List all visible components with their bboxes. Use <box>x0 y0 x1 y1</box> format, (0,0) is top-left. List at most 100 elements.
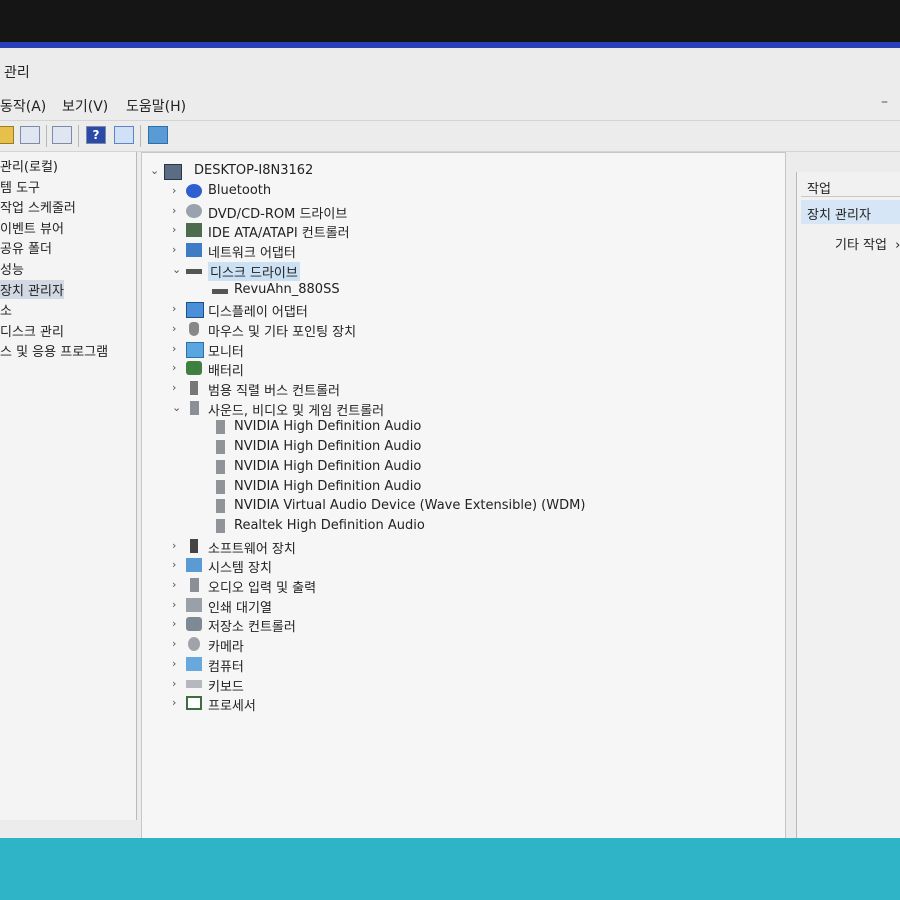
nav-item[interactable]: 스 및 응용 프로그램 <box>0 341 108 360</box>
audio-io-icon <box>190 578 199 592</box>
menu-help[interactable]: 도움말(H) <box>126 96 186 116</box>
nav-item[interactable]: 장치 관리자 <box>0 279 64 299</box>
toolbar-separator <box>78 125 79 147</box>
device-label: NVIDIA High Definition Audio <box>234 478 422 494</box>
collapse-arrow-icon[interactable]: ⌄ <box>172 401 182 414</box>
device-label: Bluetooth <box>208 183 272 198</box>
expand-arrow-icon[interactable]: › <box>172 539 182 552</box>
computer-management-window: 관리 동작(A) 보기(V) 도움말(H) – ? 관리(로컬) 템 도구 작업 스… <box>0 42 900 852</box>
nav-item[interactable]: 성능 <box>0 259 24 278</box>
toolbar-separator <box>140 125 141 147</box>
device-label: 마우스 및 기타 포인팅 장치 <box>208 324 357 340</box>
device-label: 오디오 입력 및 출력 <box>208 581 317 596</box>
device-label: 범용 직렬 버스 컨트롤러 <box>208 384 340 399</box>
device-label: 소프트웨어 장치 <box>208 541 296 557</box>
device-label: 사운드, 비디오 및 게임 컨트롤러 <box>208 403 385 419</box>
show-hide-tree-icon[interactable] <box>20 126 40 144</box>
software-device-icon <box>190 538 198 553</box>
nav-item[interactable]: 이벤트 뷰어 <box>0 218 64 237</box>
expand-arrow-icon[interactable]: › <box>172 637 182 650</box>
audio-device-icon <box>216 420 225 435</box>
toolbar: ? <box>0 120 900 152</box>
device-label: 키보드 <box>208 679 244 695</box>
expand-arrow-icon[interactable]: › <box>172 302 182 315</box>
expand-arrow-icon[interactable]: › <box>172 598 182 611</box>
actions-section-device-manager[interactable]: 장치 관리자 <box>801 200 900 224</box>
expand-arrow-icon[interactable]: › <box>172 657 182 670</box>
ide-controller-icon <box>186 223 202 238</box>
root-label: DESKTOP-I8N3162 <box>194 163 314 178</box>
expand-arrow-icon[interactable]: › <box>172 578 182 591</box>
device-label: NVIDIA High Definition Audio <box>234 458 422 474</box>
nav-item[interactable]: 작업 스케줄러 <box>0 197 76 216</box>
show-action-pane-icon[interactable] <box>114 126 134 144</box>
properties-icon[interactable] <box>52 126 72 144</box>
expand-arrow-icon[interactable]: › <box>172 204 182 217</box>
nav-item[interactable]: 디스크 관리 <box>0 321 64 340</box>
expand-arrow-icon[interactable]: › <box>172 361 182 374</box>
device-label: 저장소 컨트롤러 <box>208 620 296 636</box>
minimize-button[interactable]: – <box>881 94 888 110</box>
expand-arrow-icon[interactable]: › <box>172 223 182 236</box>
device-label: 네트워크 어댑터 <box>208 246 296 262</box>
scan-hardware-icon[interactable] <box>148 126 168 144</box>
collapse-arrow-icon[interactable]: ⌄ <box>172 263 182 276</box>
expand-arrow-icon[interactable]: › <box>172 677 182 690</box>
device-label: DVD/CD-ROM 드라이브 <box>208 206 348 222</box>
more-actions-arrow-icon: › <box>895 238 900 253</box>
collapse-arrow-icon[interactable]: ⌄ <box>150 164 160 177</box>
expand-arrow-icon[interactable]: › <box>172 342 182 355</box>
screen-bezel <box>0 0 900 42</box>
dvd-drive-icon <box>186 203 202 218</box>
help-icon[interactable]: ? <box>86 126 106 144</box>
print-queue-icon <box>186 597 202 612</box>
device-label: NVIDIA High Definition Audio <box>234 439 422 455</box>
more-actions-label: 기타 작업 <box>835 238 887 253</box>
bluetooth-icon <box>186 184 202 198</box>
audio-device-icon <box>216 499 225 514</box>
device-label: 카메라 <box>208 640 244 656</box>
navigation-tree: 관리(로컬) 템 도구 작업 스케줄러이벤트 뷰어 공유 폴더성능 장치 관리자 소디스크… <box>0 152 137 820</box>
title-bar: 관리 <box>0 58 900 86</box>
audio-device-icon <box>216 459 225 474</box>
computer-icon <box>186 656 202 671</box>
device-label: 디스플레이 어댑터 <box>208 305 308 321</box>
actions-header: 작업 <box>801 176 900 197</box>
expand-arrow-icon[interactable]: › <box>172 381 182 394</box>
expand-arrow-icon[interactable]: › <box>172 322 182 335</box>
storage-controller-icon <box>186 617 202 632</box>
actions-section-label: 장치 관리자 <box>807 208 871 223</box>
window-title: 관리 <box>4 65 30 81</box>
expand-arrow-icon[interactable]: › <box>172 696 182 709</box>
keyboard-icon <box>186 679 202 688</box>
audio-device-icon <box>216 440 225 455</box>
expand-arrow-icon[interactable]: › <box>172 184 182 197</box>
computer-icon <box>164 164 182 180</box>
device-label: 시스템 장치 <box>208 561 272 577</box>
audio-device-icon <box>216 518 225 533</box>
device-label: NVIDIA High Definition Audio <box>234 419 422 435</box>
device-label: Realtek High Definition Audio <box>234 517 425 533</box>
folder-up-icon[interactable] <box>0 126 14 144</box>
nav-item[interactable]: 관리(로컬) <box>0 156 58 175</box>
device-label: 인쇄 대기열 <box>208 600 272 616</box>
expand-arrow-icon[interactable]: › <box>172 558 182 571</box>
nav-item[interactable]: 소 <box>0 300 12 319</box>
device-label: 모니터 <box>208 344 244 360</box>
nav-item[interactable]: 템 도구 <box>0 177 40 196</box>
nav-item[interactable]: 공유 폴더 <box>0 238 52 257</box>
device-label: 프로세서 <box>208 699 256 715</box>
menu-view[interactable]: 보기(V) <box>62 96 108 116</box>
device-label: 배터리 <box>208 364 244 380</box>
device-label: IDE ATA/ATAPI 컨트롤러 <box>208 226 350 242</box>
system-device-icon <box>186 558 202 573</box>
battery-icon <box>186 361 202 376</box>
menu-action[interactable]: 동작(A) <box>0 96 46 116</box>
expand-arrow-icon[interactable]: › <box>172 617 182 630</box>
device-label: NVIDIA Virtual Audio Device (Wave Extens… <box>234 498 586 514</box>
mouse-icon <box>189 321 199 336</box>
expand-arrow-icon[interactable]: › <box>172 243 182 256</box>
disk-drive-icon <box>186 268 202 274</box>
more-actions-link[interactable]: 기타 작업 › <box>835 234 900 253</box>
audio-device-icon <box>216 479 225 494</box>
